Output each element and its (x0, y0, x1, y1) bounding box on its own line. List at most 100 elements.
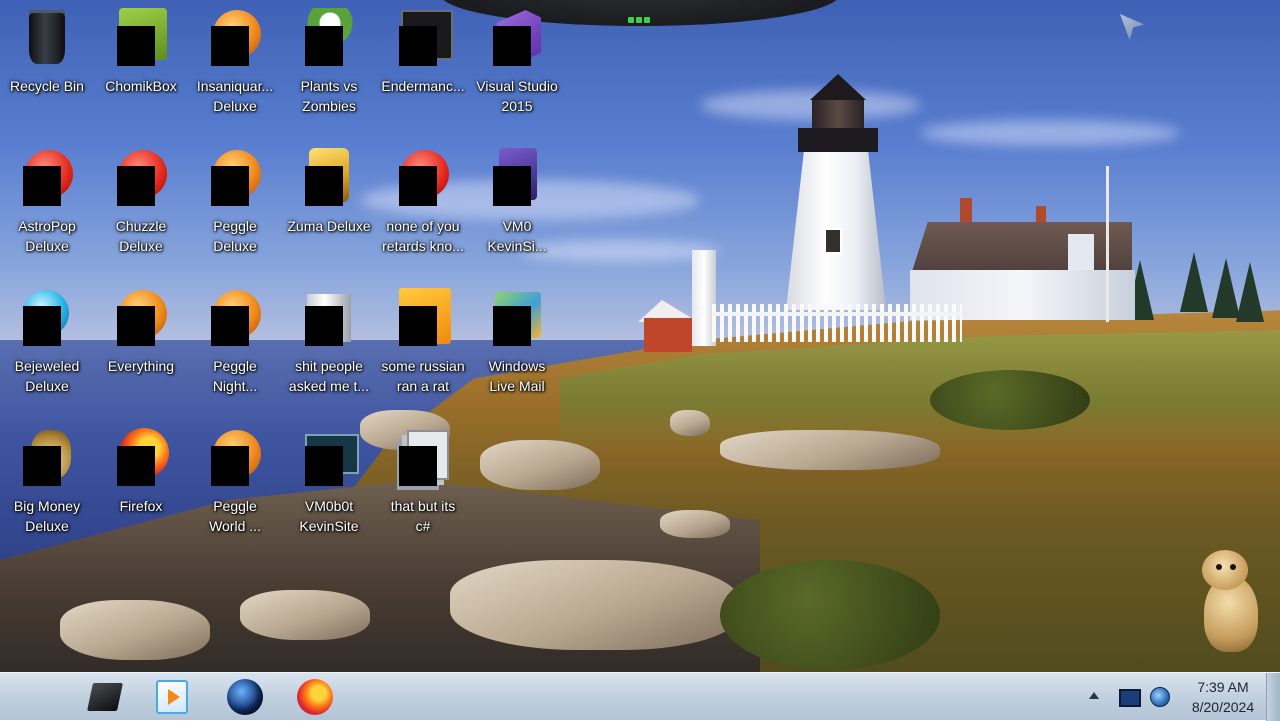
desktop-icon[interactable]: AstroPop Deluxe (0, 140, 94, 268)
pages-icon (391, 426, 455, 490)
taskbar-firefox-button[interactable] (286, 675, 344, 719)
desktop-icon[interactable]: Peggle World ... (188, 420, 282, 548)
wallpaper-bush (930, 370, 1090, 430)
desktop-icon-label: Visual Studio 2015 (476, 78, 558, 114)
desktop-icon-label: VM0 KevinSi... (487, 218, 547, 254)
desktop-icon[interactable]: Recycle Bin (0, 0, 94, 128)
desktop-icon-label: Plants vs Zombies (300, 78, 358, 114)
wallpaper-flagpole (1106, 166, 1109, 322)
wallpaper-rock (60, 600, 210, 660)
desktop-icon[interactable]: VM0 KevinSi... (470, 140, 564, 268)
desktop-icon[interactable]: Chuzzle Deluxe (94, 140, 188, 268)
desktop-icon[interactable]: Peggle Night... (188, 280, 282, 408)
wallpaper-shed (644, 318, 692, 352)
chuzzle-icon (109, 146, 173, 210)
redaction-box (305, 26, 343, 66)
gadget-status-lights (628, 8, 652, 23)
desktop-icon[interactable]: Everything (94, 280, 188, 408)
wallpaper-cloud (920, 120, 1180, 146)
wallpaper-lighthouse-lantern (812, 98, 864, 128)
taskbar-explorer-button[interactable] (76, 675, 134, 719)
zuma-icon (297, 146, 361, 210)
desktop-icon-label: Peggle Deluxe (213, 218, 257, 254)
wallpaper-lighthouse-window (824, 228, 842, 254)
wallpaper-fence (712, 304, 962, 342)
desktop-icon[interactable]: Insaniquar... Deluxe (188, 0, 282, 128)
desktop-icon[interactable]: Zuma Deluxe (282, 140, 376, 268)
firefox-icon (297, 679, 333, 715)
desktop-icon[interactable]: that but its c# (376, 420, 470, 548)
monitor-icon (297, 426, 361, 490)
visual-studio-icon (485, 6, 549, 70)
wallpaper-lighthouse-gallery (798, 128, 878, 152)
clock-date: 8/20/2024 (1191, 699, 1255, 715)
desktop-icon[interactable]: VM0b0t KevinSite (282, 420, 376, 548)
redaction-box (23, 306, 61, 346)
desktop-icon[interactable]: Bejeweled Deluxe (0, 280, 94, 408)
desktop-icon-label: Endermanc... (381, 78, 465, 94)
wallpaper-tree (1180, 252, 1208, 312)
globe-icon (227, 679, 263, 715)
show-hidden-icons-chevron-up-icon[interactable] (1089, 692, 1099, 699)
desktop[interactable]: Recycle Bin ChomikBox Insaniquar... Deluxe… (0, 0, 1280, 672)
desktop-icon-label: that but its c# (390, 498, 456, 534)
wallpaper-cloud (700, 90, 920, 120)
taskbar: 7:39 AM 8/20/2024 (0, 672, 1280, 721)
desktop-icon[interactable]: Endermanc... (376, 0, 470, 128)
vm-icon (485, 146, 549, 210)
redaction-box (117, 166, 155, 206)
redaction-box (399, 26, 437, 66)
media-player-icon (156, 680, 188, 714)
redaction-box (493, 306, 531, 346)
folder-icon (297, 286, 361, 350)
desktop-icon[interactable]: Plants vs Zombies (282, 0, 376, 128)
desktop-icon-label: Recycle Bin (10, 78, 84, 94)
desktop-icon-label: VM0b0t KevinSite (299, 498, 359, 534)
letter-e-icon (391, 286, 455, 350)
peggle-icon (203, 146, 267, 210)
desktop-mascot-gopher[interactable] (1198, 550, 1260, 654)
desktop-icon[interactable]: Big Money Deluxe (0, 420, 94, 548)
desktop-icon[interactable]: ChomikBox (94, 0, 188, 128)
desktop-icon[interactable]: none of you retards kno... (376, 140, 470, 268)
tray-network-icon[interactable] (1150, 687, 1170, 707)
desktop-icon[interactable]: Visual Studio 2015 (470, 0, 564, 128)
insaniquarium-icon (203, 6, 267, 70)
redaction-box (117, 446, 155, 486)
desktop-icon[interactable]: some russian ran a rat (376, 280, 470, 408)
endermanch-icon (391, 6, 455, 70)
peggle-nights-icon (203, 286, 267, 350)
tray-display-icon[interactable] (1119, 689, 1141, 707)
wallpaper-rock (450, 560, 740, 650)
show-desktop-button[interactable] (1266, 673, 1280, 721)
redaction-box (399, 166, 437, 206)
taskbar-globe-button[interactable] (216, 675, 274, 719)
redaction-box (399, 446, 437, 486)
desktop-icon-label: AstroPop Deluxe (18, 218, 76, 254)
redaction-box (305, 306, 343, 346)
desktop-icon[interactable]: Windows Live Mail (470, 280, 564, 408)
wallpaper-rock (670, 410, 710, 436)
redaction-box (305, 446, 343, 486)
redaction-box (493, 26, 531, 66)
taskbar-media-player-button[interactable] (143, 675, 201, 719)
wallpaper-dormer (1068, 234, 1094, 270)
everything-search-icon (109, 286, 173, 350)
taskbar-clock[interactable]: 7:39 AM 8/20/2024 (1180, 677, 1266, 717)
wallpaper-bush (720, 560, 940, 670)
desktop-icon[interactable]: Peggle Deluxe (188, 140, 282, 268)
wallpaper-rock (720, 430, 940, 470)
big-money-icon (15, 426, 79, 490)
desktop-icon-label: Peggle Night... (212, 358, 258, 394)
desktop-icon[interactable]: Firefox (94, 420, 188, 548)
clock-time: 7:39 AM (1197, 679, 1249, 695)
red-ball-icon (391, 146, 455, 210)
windows-live-mail-icon (485, 286, 549, 350)
wallpaper-rock (480, 440, 600, 490)
desktop-icon-label: none of you retards kno... (382, 218, 464, 254)
wallpaper-rock (660, 510, 730, 538)
redaction-box (211, 446, 249, 486)
desktop-icon-label: Zuma Deluxe (287, 218, 371, 234)
desktop-icon[interactable]: shit people asked me t... (282, 280, 376, 408)
start-button[interactable] (6, 677, 66, 717)
